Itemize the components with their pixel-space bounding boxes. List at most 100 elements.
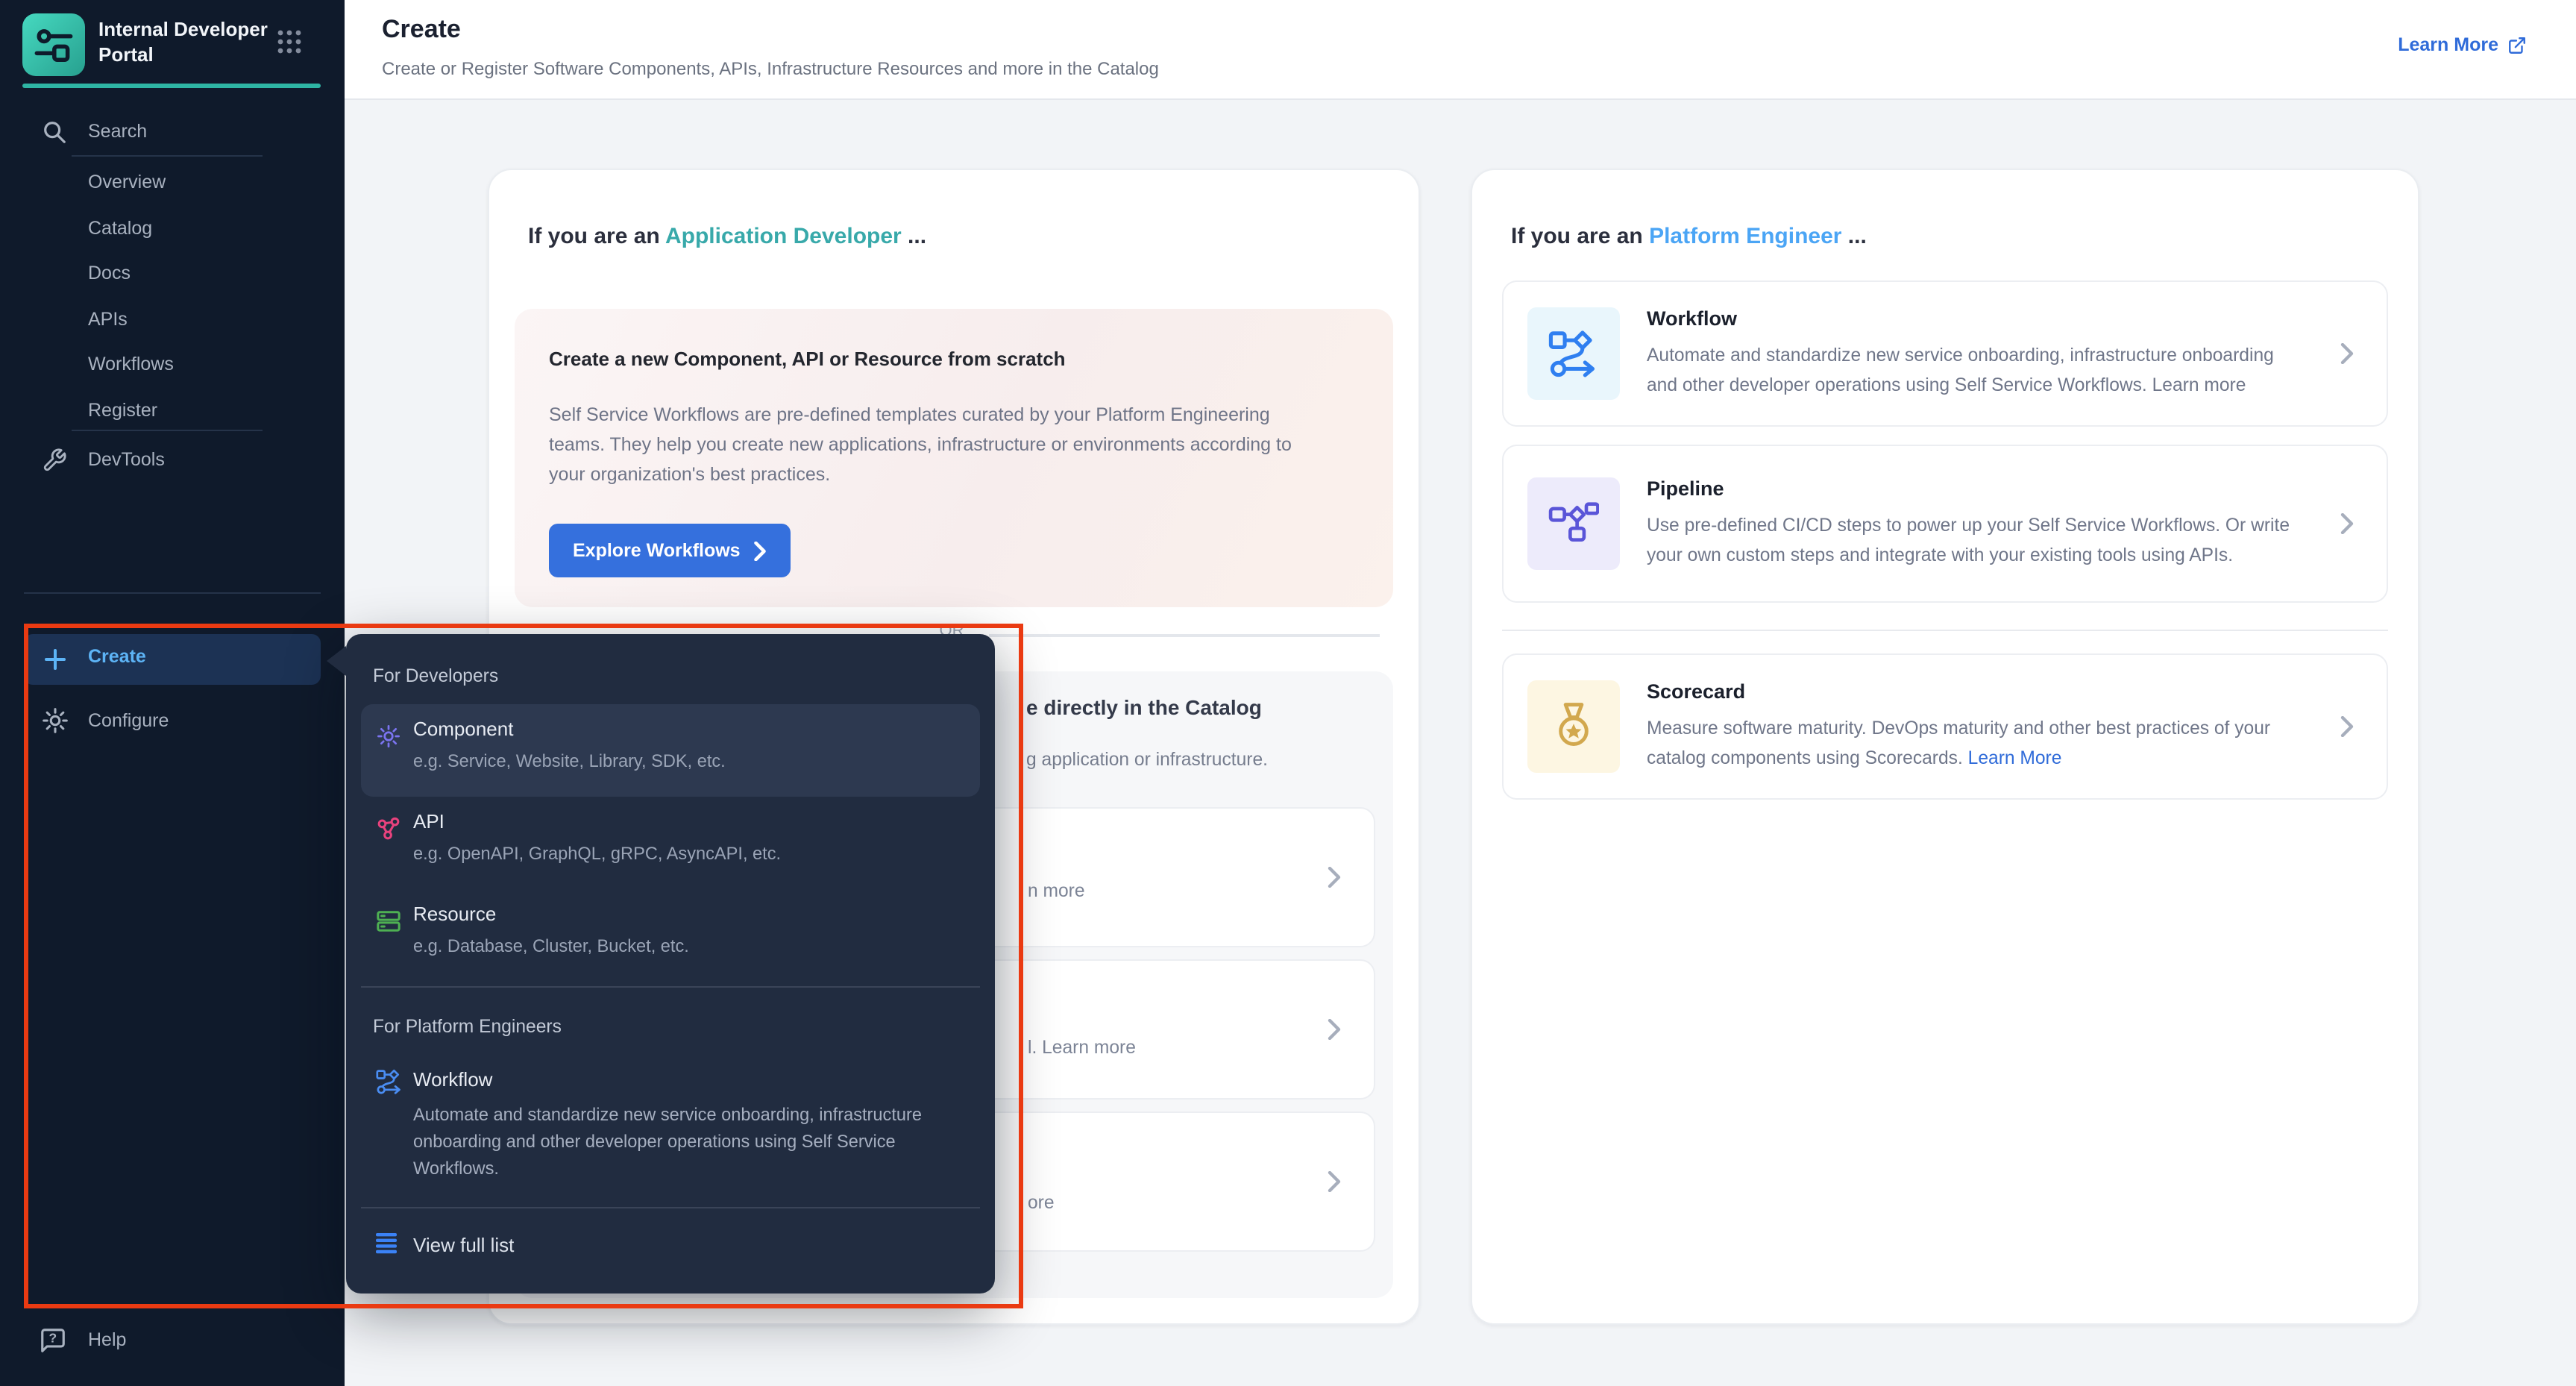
resource-title: Resource [413,903,496,925]
sidebar-item-docs[interactable]: Docs [88,260,131,286]
pipeline-title: Pipeline [1647,477,2290,500]
create-popup-menu: For Developers Component e.g. Service, W… [346,634,995,1294]
pipeline-iconbox [1527,477,1620,570]
sidebar-item-help[interactable]: Help [88,1326,126,1353]
chevron-right-icon [1328,1019,1341,1040]
scorecard-medal-icon [1548,701,1599,752]
internal-developer-portal: Internal Developer Portal Search Overvie… [0,0,2576,1386]
popup-item-resource[interactable]: Resource e.g. Database, Cluster, Bucket,… [361,889,980,982]
scratch-title: Create a new Component, API or Resource … [549,348,1066,370]
svg-text:?: ? [48,1330,57,1345]
pipeline-icon [1548,498,1599,549]
sidebar-item-create-label: Create [88,646,146,667]
divider [72,430,263,431]
chevron-right-icon [2340,716,2354,737]
api-title: API [413,810,444,832]
pipeline-row[interactable]: Pipeline Use pre-defined CI/CD steps to … [1502,445,2388,603]
chevron-right-icon [2340,513,2354,534]
component-subtitle: e.g. Service, Website, Library, SDK, etc… [413,750,726,771]
view-full-list-label: View full list [413,1234,514,1256]
divider [361,986,980,988]
wrench-icon [42,448,67,480]
sidebar-item-register[interactable]: Register [88,397,157,424]
catalog-subtitle-fragment: g application or infrastructure. [1026,749,1268,770]
app-logo [22,13,85,76]
scorecard-learn-more-link[interactable]: Learn More [1968,747,2062,768]
chevron-right-icon [754,541,767,560]
sidebar: Internal Developer Portal Search Overvie… [0,0,345,1386]
page-header: Create Create or Register Software Compo… [345,0,2576,100]
component-title: Component [413,718,513,740]
api-icon [376,816,401,841]
explore-workflows-button[interactable]: Explore Workflows [549,524,791,577]
popup-item-api[interactable]: API e.g. OpenAPI, GraphQL, gRPC, AsyncAP… [361,797,980,889]
workflow-iconbox [1527,307,1620,400]
sidebar-item-configure[interactable]: Configure [88,707,169,734]
resource-icon [376,909,401,934]
learn-more-link[interactable]: Learn More [2398,34,2527,55]
sidebar-item-devtools[interactable]: DevTools [88,446,165,473]
platform-engineer-card: If you are an Platform Engineer ... Work… [1471,169,2419,1325]
scratch-description: Self Service Workflows are pre-defined t… [549,400,1292,489]
sidebar-item-workflows[interactable]: Workflows [88,351,174,377]
application-developer-highlight: Application Developer [665,224,902,249]
chevron-right-icon [2340,343,2354,364]
plus-icon [45,649,66,670]
chevron-right-icon [1328,1171,1341,1192]
component-gear-icon [376,724,401,749]
page-subtitle: Create or Register Software Components, … [382,58,1159,79]
workflow-row[interactable]: Workflow Automate and standardize new se… [1502,280,2388,427]
popup-workflow-description: Automate and standardize new service onb… [413,1101,922,1182]
external-link-icon [2507,35,2527,54]
divider [361,1207,980,1208]
register-row-3-fragment: ore [1028,1192,1055,1213]
register-row-2-fragment: l. Learn more [1028,1037,1136,1058]
help-chat-icon: ? [39,1326,67,1362]
app-title: Internal Developer Portal [98,16,274,67]
workflow-desc-2: and other developer operations using Sel… [1647,370,2274,400]
platform-card-heading: If you are an Platform Engineer ... [1511,224,1867,249]
scorecard-row[interactable]: Scorecard Measure software maturity. Dev… [1502,653,2388,800]
sidebar-accent-divider [22,84,321,88]
scorecard-title: Scorecard [1647,680,2270,703]
sidebar-item-search[interactable]: Search [88,118,147,145]
workflow-icon [376,1068,403,1095]
divider [1502,630,2388,631]
pipeline-desc-1: Use pre-defined CI/CD steps to power up … [1647,510,2290,540]
page-title: Create [382,15,461,45]
for-platform-engineers-label: For Platform Engineers [373,1016,562,1037]
apps-grid-icon[interactable] [276,28,303,63]
sidebar-item-catalog[interactable]: Catalog [88,215,152,242]
popup-caret [327,646,346,676]
view-full-list-item[interactable]: View full list [361,1223,980,1271]
workflow-icon [1548,328,1599,379]
popup-item-component[interactable]: Component e.g. Service, Website, Library… [361,704,980,797]
scorecard-desc-1: Measure software maturity. DevOps maturi… [1647,713,2270,743]
catalog-heading-fragment: e directly in the Catalog [1026,695,1262,719]
developer-card-heading: If you are an Application Developer ... [528,224,926,249]
divider [72,155,263,157]
list-icon [376,1232,400,1255]
create-from-scratch-panel: Create a new Component, API or Resource … [515,309,1393,607]
sidebar-item-apis[interactable]: APIs [88,306,128,333]
pipeline-desc-2: your own custom steps and integrate with… [1647,540,2290,570]
for-developers-label: For Developers [373,665,498,686]
search-icon [42,119,67,152]
scorecard-desc-2: catalog components using Scorecards. Lea… [1647,743,2270,773]
platform-engineer-highlight: Platform Engineer [1649,224,1841,249]
chevron-right-icon [1328,867,1341,888]
logo-glyph-icon [28,19,79,70]
divider [24,592,321,594]
api-subtitle: e.g. OpenAPI, GraphQL, gRPC, AsyncAPI, e… [413,843,781,864]
register-row-1-fragment: n more [1028,880,1085,901]
popup-workflow-title: Workflow [413,1068,492,1091]
sidebar-item-overview[interactable]: Overview [88,169,166,195]
scorecard-iconbox [1527,680,1620,773]
workflow-title: Workflow [1647,307,2274,330]
gear-icon [42,707,69,741]
workflow-desc-1: Automate and standardize new service onb… [1647,340,2274,370]
or-divider-right [989,634,1380,636]
resource-subtitle: e.g. Database, Cluster, Bucket, etc. [413,935,689,956]
sidebar-item-create[interactable]: Create [24,634,321,685]
learn-more-label: Learn More [2398,34,2498,55]
